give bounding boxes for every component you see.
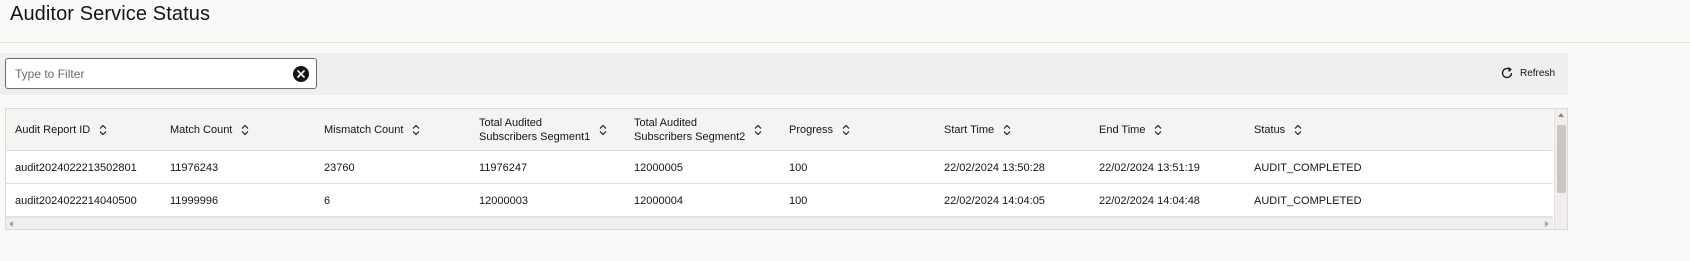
column-header-label: Mismatch Count (324, 124, 404, 136)
column-header-mismatch-count[interactable]: Mismatch Count (324, 109, 421, 151)
column-header-label: Match Count (170, 124, 233, 136)
table-row[interactable]: audit2024022213502801 11976243 23760 119762… (6, 151, 1553, 184)
cell-total-audited-segment1: 12000003 (479, 194, 528, 207)
sort-icon[interactable] (411, 124, 421, 136)
cell-status: AUDIT_COMPLETED (1254, 194, 1362, 207)
column-header-label: Total Audited Subscribers Segment1 (479, 117, 591, 143)
cell-end-time: 22/02/2024 13:51:19 (1099, 161, 1200, 174)
column-header-label: Audit Report ID (15, 124, 91, 136)
column-header-label: Total Audited Subscribers Segment2 (634, 117, 746, 143)
sort-icon[interactable] (1293, 124, 1303, 136)
cell-match-count: 11976243 (170, 161, 219, 174)
sort-icon[interactable] (753, 124, 763, 136)
horizontal-scrollbar[interactable] (6, 217, 1553, 229)
column-header-label: End Time (1099, 124, 1146, 136)
vertical-scrollbar[interactable] (1554, 109, 1567, 229)
sort-icon[interactable] (240, 124, 250, 136)
column-header-total-audited-segment1[interactable]: Total Audited Subscribers Segment1 (479, 109, 608, 151)
cell-total-audited-segment2: 12000004 (634, 194, 683, 207)
column-header-total-audited-segment2[interactable]: Total Audited Subscribers Segment2 (634, 109, 763, 151)
cell-match-count: 11999996 (170, 194, 219, 207)
column-header-progress[interactable]: Progress (789, 109, 851, 151)
sort-icon[interactable] (841, 124, 851, 136)
cell-progress: 100 (789, 161, 808, 174)
sort-icon[interactable] (598, 124, 608, 136)
refresh-label: Refresh (1520, 67, 1556, 79)
column-header-audit-report-id[interactable]: Audit Report ID (15, 109, 108, 151)
refresh-icon (1500, 66, 1514, 80)
scroll-left-icon[interactable] (9, 221, 13, 227)
page-title: Auditor Service Status (10, 3, 211, 25)
title-divider (0, 42, 1690, 43)
column-header-start-time[interactable]: Start Time (944, 109, 1012, 151)
table-row[interactable]: audit2024022214040500 11999996 6 12000003 12… (6, 184, 1553, 217)
cell-mismatch-count: 23760 (324, 161, 355, 174)
column-header-end-time[interactable]: End Time (1099, 109, 1163, 151)
scroll-up-icon[interactable] (1558, 113, 1564, 117)
toolbar: Refresh (0, 53, 1568, 95)
sort-icon[interactable] (98, 124, 108, 136)
audit-table: Audit Report ID Match Count Mismatch Count… (5, 108, 1568, 230)
cell-total-audited-segment2: 12000005 (634, 161, 683, 174)
column-header-label: Start Time (944, 124, 995, 136)
column-header-label: Progress (789, 124, 834, 136)
column-header-label: Status (1254, 124, 1286, 136)
sort-icon[interactable] (1153, 124, 1163, 136)
filter-input[interactable] (6, 59, 286, 88)
refresh-button[interactable]: Refresh (1500, 63, 1555, 83)
scrollbar-thumb[interactable] (1557, 125, 1566, 193)
cell-start-time: 22/02/2024 13:50:28 (944, 161, 1045, 174)
filter-box[interactable] (5, 58, 317, 89)
cell-status: AUDIT_COMPLETED (1254, 161, 1362, 174)
scroll-right-icon[interactable] (1545, 221, 1549, 227)
cell-audit-report-id: audit2024022214040500 (15, 194, 137, 207)
column-header-match-count[interactable]: Match Count (170, 109, 250, 151)
cell-start-time: 22/02/2024 14:04:05 (944, 194, 1045, 207)
sort-icon[interactable] (1002, 124, 1012, 136)
cell-mismatch-count: 6 (324, 194, 331, 207)
cell-audit-report-id: audit2024022213502801 (15, 161, 137, 174)
cell-end-time: 22/02/2024 14:04:48 (1099, 194, 1200, 207)
column-header-status[interactable]: Status (1254, 109, 1303, 151)
table-header: Audit Report ID Match Count Mismatch Count… (6, 109, 1553, 151)
cell-total-audited-segment1: 11976247 (479, 161, 528, 174)
clear-icon[interactable] (293, 66, 309, 82)
cell-progress: 100 (789, 194, 808, 207)
